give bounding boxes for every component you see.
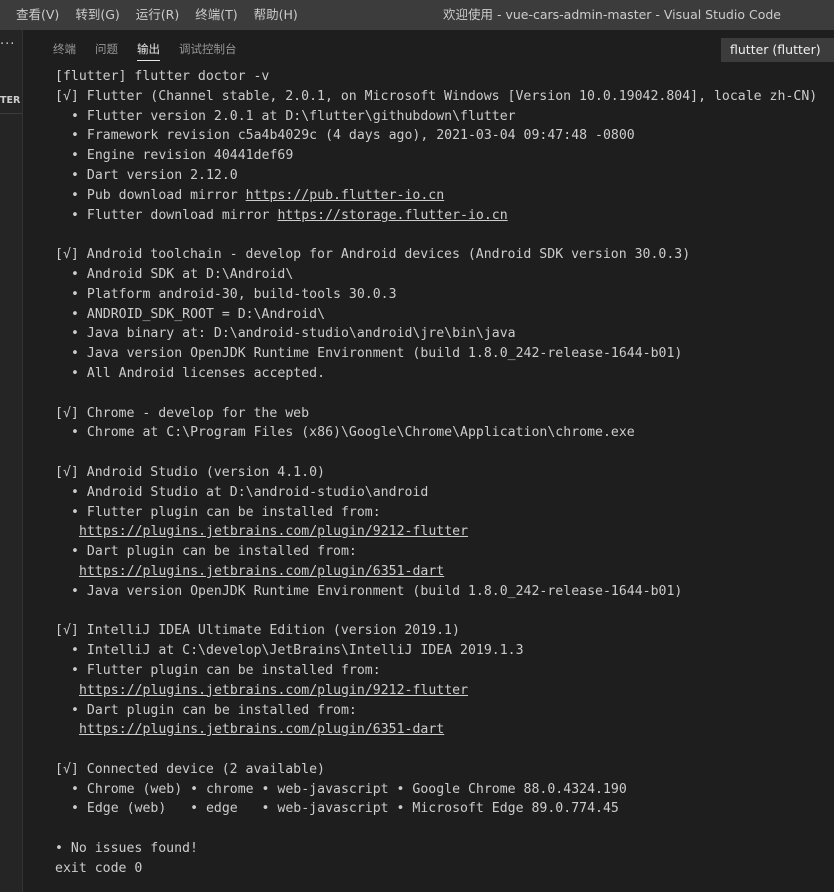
output-line: • All Android licenses accepted. bbox=[55, 364, 834, 384]
side-bar: ··· TER bbox=[0, 30, 22, 892]
output-line-text: • Dart version 2.12.0 bbox=[71, 167, 238, 183]
output-link[interactable]: https://plugins.jetbrains.com/plugin/635… bbox=[79, 722, 444, 737]
output-line-text: • Chrome at C:\Program Files (x86)\Googl… bbox=[71, 425, 635, 441]
sidebar-section-label[interactable]: TER bbox=[0, 95, 20, 106]
output-line: • Dart plugin can be installed from: bbox=[55, 701, 834, 721]
output-line: • Flutter version 2.0.1 at D:\flutter\gi… bbox=[55, 107, 834, 127]
output-line: • No issues found! bbox=[55, 839, 834, 859]
output-line-text: [√] IntelliJ IDEA Ultimate Edition (vers… bbox=[55, 623, 460, 639]
output-line: • Pub download mirror https://pub.flutte… bbox=[55, 186, 834, 206]
output-link[interactable]: https://plugins.jetbrains.com/plugin/921… bbox=[79, 524, 468, 539]
output-line: • IntelliJ at C:\develop\JetBrains\Intel… bbox=[55, 641, 834, 661]
output-line-text: exit code 0 bbox=[55, 860, 143, 876]
output-line: • Android Studio at D:\android-studio\an… bbox=[55, 483, 834, 503]
output-line-text: • Java version OpenJDK Runtime Environme… bbox=[71, 346, 683, 362]
output-line: [flutter] flutter doctor -v bbox=[55, 67, 834, 87]
output-line-text: • Engine revision 40441def69 bbox=[71, 148, 294, 164]
tab-terminal[interactable]: 终端 bbox=[53, 38, 76, 60]
output-line: • Chrome at C:\Program Files (x86)\Googl… bbox=[55, 423, 834, 443]
output-line-text: [√] Android Studio (version 4.1.0) bbox=[55, 464, 325, 480]
output-line-text: • Edge (web) • edge • web-javascript • M… bbox=[71, 801, 619, 817]
panel-tabs: 终端 问题 输出 调试控制台 bbox=[53, 38, 256, 61]
output-line: • Java binary at: D:\android-studio\andr… bbox=[55, 324, 834, 344]
output-line: • ANDROID_SDK_ROOT = D:\Android\ bbox=[55, 305, 834, 325]
output-line-text: [√] Chrome - develop for the web bbox=[55, 405, 310, 421]
output-line: exit code 0 bbox=[55, 859, 834, 879]
output-line: • Flutter plugin can be installed from: bbox=[55, 503, 834, 523]
tab-problems[interactable]: 问题 bbox=[95, 38, 118, 60]
output-line: • Dart version 2.12.0 bbox=[55, 166, 834, 186]
output-line-text: • Flutter download mirror bbox=[71, 207, 278, 223]
output-log[interactable]: [flutter] flutter doctor -v [√] Flutter (… bbox=[55, 67, 834, 879]
output-link[interactable]: https://storage.flutter-io.cn bbox=[277, 208, 507, 223]
output-line: • Java version OpenJDK Runtime Environme… bbox=[55, 582, 834, 602]
output-line-text: • ANDROID_SDK_ROOT = D:\Android\ bbox=[71, 306, 326, 322]
output-line-text: • No issues found! bbox=[55, 841, 198, 857]
output-line: https://plugins.jetbrains.com/plugin/921… bbox=[55, 522, 834, 542]
output-link[interactable]: https://pub.flutter-io.cn bbox=[246, 188, 445, 203]
output-link[interactable]: https://plugins.jetbrains.com/plugin/635… bbox=[79, 564, 444, 579]
output-line: [√] Android toolchain - develop for Andr… bbox=[55, 245, 834, 265]
output-line-text: • All Android licenses accepted. bbox=[71, 365, 326, 381]
output-channel-select[interactable]: flutter (flutter) bbox=[721, 38, 834, 62]
output-line-text: • Flutter version 2.0.1 at D:\flutter\gi… bbox=[71, 108, 516, 124]
output-line: • Android SDK at D:\Android\ bbox=[55, 265, 834, 285]
output-line-text: [flutter] flutter doctor -v bbox=[55, 69, 270, 84]
output-line: • Flutter plugin can be installed from: bbox=[55, 661, 834, 681]
output-line: • Chrome (web) • chrome • web-javascript… bbox=[55, 780, 834, 800]
output-line-text: • Android Studio at D:\android-studio\an… bbox=[71, 484, 429, 500]
sidebar-divider bbox=[0, 113, 22, 114]
output-line: • Dart plugin can be installed from: bbox=[55, 542, 834, 562]
output-line: • Platform android-30, build-tools 30.0.… bbox=[55, 285, 834, 305]
output-line-text: • Flutter plugin can be installed from: bbox=[71, 504, 381, 520]
menu-terminal[interactable]: 终端(T) bbox=[187, 0, 245, 30]
output-line: • Java version OpenJDK Runtime Environme… bbox=[55, 344, 834, 364]
menu-help[interactable]: 帮助(H) bbox=[246, 0, 306, 30]
output-line-text: • Platform android-30, build-tools 30.0.… bbox=[71, 286, 397, 302]
menu-view[interactable]: 查看(V) bbox=[0, 0, 67, 30]
tab-output[interactable]: 输出 bbox=[137, 38, 160, 61]
output-line: [√] Android Studio (version 4.1.0) bbox=[55, 463, 834, 483]
output-line-text: • Pub download mirror bbox=[71, 187, 246, 203]
output-line: • Framework revision c5a4b4029c (4 days … bbox=[55, 126, 834, 146]
output-line-text: [√] Android toolchain - develop for Andr… bbox=[55, 247, 691, 263]
output-line-text: • Dart plugin can be installed from: bbox=[71, 702, 357, 718]
window-title: 欢迎使用 - vue-cars-admin-master - Visual St… bbox=[443, 7, 781, 22]
output-line: https://plugins.jetbrains.com/plugin/635… bbox=[55, 720, 834, 740]
output-panel: 终端 问题 输出 调试控制台 flutter (flutter) [flutte… bbox=[22, 30, 834, 892]
output-line: [√] Chrome - develop for the web bbox=[55, 404, 834, 424]
output-line: https://plugins.jetbrains.com/plugin/635… bbox=[55, 562, 834, 582]
tab-debug-console[interactable]: 调试控制台 bbox=[179, 38, 237, 60]
output-line-text: [√] Connected device (2 available) bbox=[55, 761, 325, 777]
output-line-text: • Framework revision c5a4b4029c (4 days … bbox=[71, 128, 635, 144]
output-line-text: [√] Flutter (Channel stable, 2.0.1, on M… bbox=[55, 88, 818, 104]
output-line-text: • Java binary at: D:\android-studio\andr… bbox=[71, 326, 516, 342]
output-line-text: • Chrome (web) • chrome • web-javascript… bbox=[71, 781, 627, 797]
output-line-text: • IntelliJ at C:\develop\JetBrains\Intel… bbox=[71, 643, 524, 659]
output-line: https://plugins.jetbrains.com/plugin/921… bbox=[55, 681, 834, 701]
output-line-text: • Android SDK at D:\Android\ bbox=[71, 266, 294, 282]
output-line: [√] IntelliJ IDEA Ultimate Edition (vers… bbox=[55, 621, 834, 641]
output-line: • Edge (web) • edge • web-javascript • M… bbox=[55, 799, 834, 819]
output-line-text: • Java version OpenJDK Runtime Environme… bbox=[71, 583, 683, 599]
output-line-text: • Dart plugin can be installed from: bbox=[71, 544, 357, 560]
menu-bar: 查看(V) 转到(G) 运行(R) 终端(T) 帮助(H) bbox=[0, 0, 306, 30]
ellipsis-icon[interactable]: ··· bbox=[0, 38, 18, 52]
output-link[interactable]: https://plugins.jetbrains.com/plugin/921… bbox=[79, 683, 468, 698]
menu-go[interactable]: 转到(G) bbox=[67, 0, 127, 30]
output-line: • Engine revision 40441def69 bbox=[55, 146, 834, 166]
output-line: • Flutter download mirror https://storag… bbox=[55, 206, 834, 226]
title-bar: 查看(V) 转到(G) 运行(R) 终端(T) 帮助(H) 欢迎使用 - vue… bbox=[0, 0, 834, 30]
output-line: [√] Connected device (2 available) bbox=[55, 760, 834, 780]
output-line-text: • Flutter plugin can be installed from: bbox=[71, 662, 381, 678]
menu-run[interactable]: 运行(R) bbox=[128, 0, 187, 30]
output-line: [√] Flutter (Channel stable, 2.0.1, on M… bbox=[55, 87, 834, 107]
